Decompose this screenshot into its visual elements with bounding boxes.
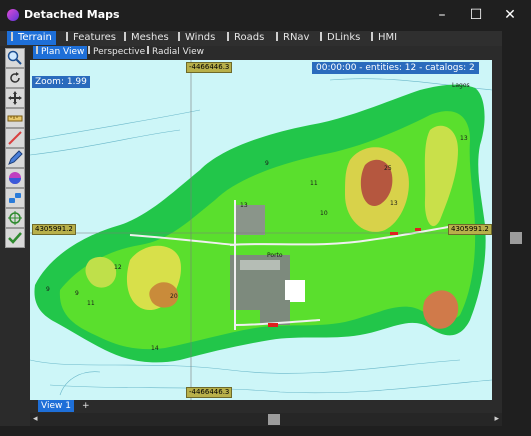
elev-label: 14 (151, 345, 159, 352)
subtab-perspective[interactable]: Perspective (88, 46, 145, 59)
red-feature (415, 228, 421, 231)
coord-right: 4305991.2 (448, 224, 492, 235)
title-bar: Detached Maps – ☐ ✕ (0, 0, 531, 31)
elev-label: 20 (170, 293, 178, 300)
coord-bottom: -4466446.3 (186, 387, 233, 398)
scroll-thumb[interactable] (268, 414, 280, 425)
map-canvas[interactable]: Zoom: 1.99 00:00:00 - entities: 12 - cat… (30, 60, 492, 400)
tab-rnav[interactable]: RNav (276, 31, 309, 45)
tab-view-1[interactable]: View 1 (38, 400, 74, 412)
scroll-right-button[interactable]: ▸ (494, 413, 499, 426)
terrain-map (30, 60, 492, 400)
tab-meshes[interactable]: Meshes (124, 31, 169, 45)
map-toolbar (5, 48, 27, 248)
red-feature (268, 323, 278, 327)
window-title: Detached Maps (24, 8, 120, 21)
window-bottom-edge (0, 426, 531, 436)
pencil-icon[interactable] (5, 148, 25, 168)
ruler-icon[interactable] (5, 108, 25, 128)
subtab-plan-view[interactable]: Plan View (33, 46, 88, 59)
splitter-handle[interactable] (510, 232, 522, 244)
close-button[interactable]: ✕ (493, 0, 527, 31)
tab-terrain[interactable]: Terrain (7, 31, 56, 45)
link-icon[interactable] (5, 188, 25, 208)
main-tab-bar: Terrain Features Meshes Winds Roads RNav… (0, 31, 531, 46)
target-icon[interactable] (5, 208, 25, 228)
elev-label: 13 (240, 202, 248, 209)
elev-label: 10 (320, 210, 328, 217)
add-view-button[interactable]: + (82, 400, 90, 412)
app-logo-icon (7, 9, 19, 21)
move-icon[interactable] (5, 88, 25, 108)
town-label-lagos: Lagos (452, 82, 470, 89)
coord-left: 4305991.2 (32, 224, 76, 235)
tab-features[interactable]: Features (66, 31, 116, 45)
zoom-readout: Zoom: 1.99 (32, 76, 90, 88)
minimize-button[interactable]: – (425, 0, 459, 31)
elev-label: 11 (87, 300, 95, 307)
elev-label: 9 (75, 290, 79, 297)
tab-hmi[interactable]: HMI (371, 31, 397, 45)
magnifier-icon[interactable] (5, 48, 25, 68)
view-tabs: View 1 + (30, 400, 502, 413)
maximize-button[interactable]: ☐ (459, 0, 493, 31)
red-feature (390, 232, 398, 235)
scroll-left-button[interactable]: ◂ (33, 413, 38, 426)
elev-label: 25 (384, 165, 392, 172)
detached-maps-window: Detached Maps – ☐ ✕ Terrain Features Mes… (0, 0, 531, 436)
elev-label: 9 (46, 286, 50, 293)
tab-dlinks[interactable]: DLinks (320, 31, 360, 45)
sphere-icon[interactable] (5, 168, 25, 188)
map-status: 00:00:00 - entities: 12 - catalogs: 2 (312, 62, 479, 74)
elev-label: 13 (390, 200, 398, 207)
check-icon[interactable] (5, 228, 25, 248)
subtab-radial-view[interactable]: Radial View (147, 46, 204, 59)
tab-roads[interactable]: Roads (227, 31, 264, 45)
elev-label: 13 (460, 135, 468, 142)
vertical-scrollbar[interactable] (492, 60, 502, 400)
elev-label: 12 (114, 264, 122, 271)
coord-top: -4466446.3 (186, 62, 233, 73)
elev-label: 11 (310, 180, 318, 187)
line-icon[interactable] (5, 128, 25, 148)
tab-winds[interactable]: Winds (178, 31, 215, 45)
horizontal-scrollbar[interactable]: ◂ ▸ (30, 413, 502, 426)
view-mode-tabs: Plan View Perspective Radial View (30, 46, 531, 60)
elev-label: 9 (265, 160, 269, 167)
rotate-icon[interactable] (5, 68, 25, 88)
town-label-porto: Porto (267, 252, 283, 259)
